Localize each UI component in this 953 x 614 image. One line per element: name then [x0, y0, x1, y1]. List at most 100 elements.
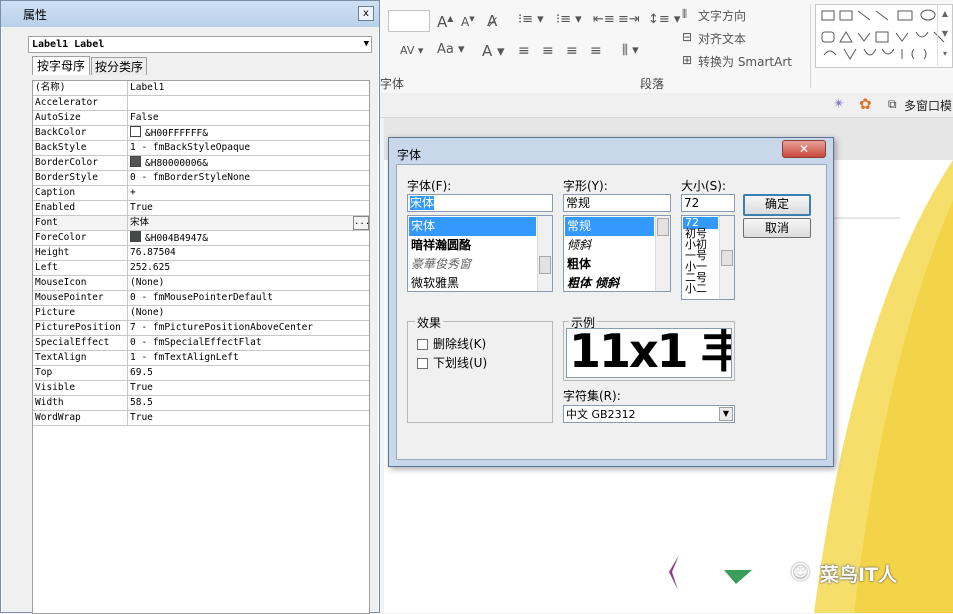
- property-row[interactable]: ForeColor &H004B4947&: [33, 231, 369, 246]
- font-size-list[interactable]: 72 初号 小初 一号 小一 二号 小二: [681, 215, 735, 300]
- char-spacing-icon[interactable]: AV ▾: [400, 44, 423, 57]
- selection-pane-icon[interactable]: ✴: [833, 96, 845, 112]
- property-row[interactable]: BorderStyle 0 - fmBorderStyleNone: [33, 171, 369, 186]
- shrink-font-icon[interactable]: A▼: [461, 15, 475, 29]
- multi-window-label[interactable]: 多窗口模: [904, 97, 952, 114]
- font-browse-button[interactable]: ...: [353, 216, 370, 230]
- property-value[interactable]: 7 - fmPicturePositionAboveCenter: [130, 321, 368, 335]
- property-row[interactable]: Accelerator: [33, 96, 369, 111]
- smartart-icon[interactable]: ⊞: [682, 53, 692, 67]
- clear-format-icon[interactable]: A̷: [487, 12, 497, 30]
- font-size-combo[interactable]: [388, 10, 430, 32]
- font-dialog-close-button[interactable]: ✕: [782, 140, 826, 158]
- property-value[interactable]: +: [130, 186, 368, 200]
- property-value[interactable]: Label1: [130, 81, 368, 95]
- property-value[interactable]: 76.87504: [130, 246, 368, 260]
- property-value[interactable]: 0 - fmMousePointerDefault: [130, 291, 368, 305]
- property-row[interactable]: BackStyle 1 - fmBackStyleOpaque: [33, 141, 369, 156]
- font-size-input[interactable]: 72: [681, 194, 735, 212]
- property-value[interactable]: True: [130, 201, 368, 215]
- justify-icon[interactable]: ≡: [590, 43, 602, 59]
- align-text-icon[interactable]: ⊟: [682, 30, 692, 44]
- property-value[interactable]: 69.5: [130, 366, 368, 380]
- property-row[interactable]: SpecialEffect 0 - fmSpecialEffectFlat: [33, 336, 369, 351]
- underline-checkbox[interactable]: [417, 358, 428, 369]
- object-selector[interactable]: Label1 Label ▼: [28, 36, 372, 53]
- increase-indent-icon[interactable]: ≡⇥: [618, 12, 640, 27]
- line-spacing-icon[interactable]: ↕≡ ▾: [648, 12, 680, 27]
- text-direction-button[interactable]: 文字方向: [698, 7, 746, 24]
- property-row[interactable]: BackColor &H00FFFFFF&: [33, 126, 369, 141]
- property-row[interactable]: TextAlign 1 - fmTextAlignLeft: [33, 351, 369, 366]
- font-list-item[interactable]: 暗祥瀚圆酪: [409, 236, 536, 255]
- strikeout-label[interactable]: 删除线(K): [433, 335, 486, 352]
- strikeout-checkbox[interactable]: [417, 339, 428, 350]
- property-value[interactable]: &H004B4947&: [130, 231, 368, 246]
- property-row[interactable]: Left 252.625: [33, 261, 369, 276]
- style-list-item[interactable]: 倾斜: [565, 236, 654, 255]
- style-list-item[interactable]: 粗体 倾斜: [565, 274, 654, 291]
- property-value[interactable]: 0 - fmSpecialEffectFlat: [130, 336, 368, 350]
- property-value[interactable]: 1 - fmTextAlignLeft: [130, 351, 368, 365]
- property-row[interactable]: Visible True: [33, 381, 369, 396]
- gallery-scroll[interactable]: ▲ ▼ ▾: [937, 4, 952, 66]
- property-row[interactable]: AutoSize False: [33, 111, 369, 126]
- property-row[interactable]: WordWrap True: [33, 411, 369, 426]
- property-value[interactable]: 252.625: [130, 261, 368, 275]
- underline-label[interactable]: 下划线(U): [433, 354, 487, 371]
- tab-alphabetic[interactable]: 按字母序: [32, 56, 90, 75]
- convert-smartart-button[interactable]: 转换为 SmartArt: [698, 53, 792, 70]
- columns-icon[interactable]: ⫼ ▾: [622, 43, 639, 58]
- property-row[interactable]: MouseIcon (None): [33, 276, 369, 291]
- property-value[interactable]: &H00FFFFFF&: [130, 126, 368, 141]
- property-row[interactable]: Top 69.5: [33, 366, 369, 381]
- properties-titlebar[interactable]: 属性 x: [1, 1, 379, 27]
- property-value[interactable]: 1 - fmBackStyleOpaque: [130, 141, 368, 155]
- scrollbar[interactable]: [537, 216, 552, 291]
- shapes-gallery[interactable]: [815, 4, 953, 68]
- align-left-icon[interactable]: ≡: [518, 43, 530, 59]
- property-row[interactable]: Width 58.5: [33, 396, 369, 411]
- property-row[interactable]: (名称) Label1: [33, 81, 369, 96]
- font-color-icon[interactable]: A ▾: [482, 42, 505, 60]
- charset-combo[interactable]: 中文 GB2312 ▼: [563, 405, 735, 423]
- align-right-icon[interactable]: ≡: [566, 43, 578, 59]
- property-value[interactable]: True: [130, 411, 368, 425]
- property-value[interactable]: &H80000006&: [130, 156, 368, 171]
- property-value[interactable]: 宋体: [130, 216, 368, 230]
- property-value[interactable]: False: [130, 111, 368, 125]
- font-family-input[interactable]: 宋体: [407, 194, 553, 212]
- font-list-item[interactable]: 豪華俊秀窗: [409, 255, 536, 274]
- font-list-item[interactable]: 宋体: [409, 217, 536, 236]
- align-text-button[interactable]: 对齐文本: [698, 30, 746, 47]
- property-row[interactable]: Enabled True: [33, 201, 369, 216]
- grow-font-icon[interactable]: A▲: [437, 13, 453, 31]
- decrease-indent-icon[interactable]: ⇤≡: [593, 12, 615, 27]
- align-center-icon[interactable]: ≡: [542, 43, 554, 59]
- font-list-item[interactable]: 微软雅黑: [409, 274, 536, 291]
- property-row[interactable]: Caption +: [33, 186, 369, 201]
- font-style-input[interactable]: 常规: [563, 194, 671, 212]
- chevron-down-icon[interactable]: ▼: [719, 407, 733, 421]
- property-value[interactable]: (None): [130, 276, 368, 290]
- ok-button[interactable]: 确定: [743, 194, 811, 216]
- property-value[interactable]: 0 - fmBorderStyleNone: [130, 171, 368, 185]
- property-row[interactable]: PicturePosition 7 - fmPicturePositionAbov…: [33, 321, 369, 336]
- multi-window-icon[interactable]: ⧉: [888, 97, 897, 112]
- scroll-thumb[interactable]: [657, 218, 669, 236]
- font-style-list[interactable]: 常规 倾斜 粗体 粗体 倾斜: [563, 215, 671, 292]
- scroll-thumb[interactable]: [539, 256, 551, 274]
- property-value[interactable]: True: [130, 381, 368, 395]
- property-value[interactable]: (None): [130, 306, 368, 320]
- settings-icon[interactable]: ✿: [859, 95, 872, 113]
- scroll-thumb[interactable]: [721, 250, 733, 266]
- style-list-item[interactable]: 常规: [565, 217, 654, 236]
- style-list-item[interactable]: 粗体: [565, 255, 654, 274]
- property-row[interactable]: Height 76.87504: [33, 246, 369, 261]
- change-case-icon[interactable]: Aa ▾: [437, 42, 465, 57]
- tab-categorized[interactable]: 按分类序: [91, 57, 147, 75]
- property-value[interactable]: 58.5: [130, 396, 368, 410]
- property-row[interactable]: Picture (None): [33, 306, 369, 321]
- properties-close-button[interactable]: x: [358, 6, 374, 21]
- font-family-list[interactable]: 宋体 暗祥瀚圆酪 豪華俊秀窗 微软雅黑: [407, 215, 553, 292]
